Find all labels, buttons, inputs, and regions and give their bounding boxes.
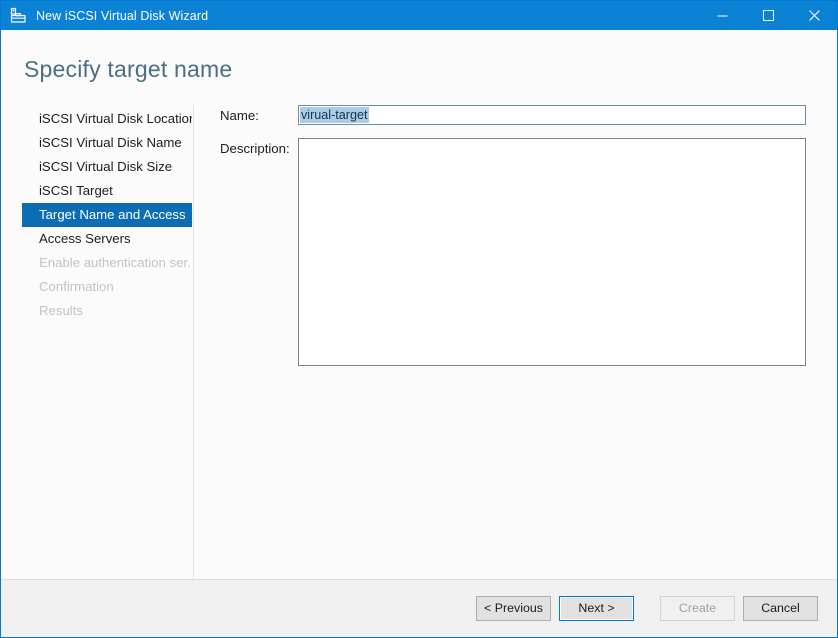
- name-field-row: Name: virual-target: [220, 105, 837, 125]
- name-input-wrap: virual-target: [298, 105, 806, 125]
- previous-button[interactable]: < Previous: [476, 596, 551, 621]
- minimize-icon: [717, 15, 727, 17]
- maximize-button[interactable]: [745, 1, 791, 30]
- minimize-button[interactable]: [699, 1, 745, 30]
- nav-item-iscsi-virtual-disk-location[interactable]: iSCSI Virtual Disk Location: [22, 107, 192, 131]
- next-button[interactable]: Next >: [559, 596, 634, 621]
- close-button[interactable]: [791, 1, 837, 30]
- wizard-body: Specify target name iSCSI Virtual Disk L…: [1, 30, 837, 579]
- wizard-footer: < Previous Next > Create Cancel: [1, 580, 837, 637]
- nav-item-confirmation: Confirmation: [39, 279, 114, 294]
- nav-item-iscsi-virtual-disk-size[interactable]: iSCSI Virtual Disk Size: [22, 155, 192, 179]
- nav-item-target-name-and-access[interactable]: Target Name and Access: [22, 203, 192, 227]
- content-split: iSCSI Virtual Disk Location iSCSI Virtua…: [1, 83, 837, 579]
- page-title: Specify target name: [24, 56, 233, 82]
- nav-item-results: Results: [39, 303, 83, 318]
- wizard-window: New iSCSI Virtual Disk Wizard Specify ta…: [0, 0, 838, 638]
- name-label: Name:: [220, 108, 259, 123]
- nav-item-access-servers[interactable]: Access Servers: [22, 227, 192, 251]
- description-label: Description:: [220, 141, 290, 156]
- create-button: Create: [660, 596, 735, 621]
- description-textarea[interactable]: [298, 138, 806, 366]
- nav-item-iscsi-target[interactable]: iSCSI Target: [22, 179, 192, 203]
- nav-item-iscsi-virtual-disk-name[interactable]: iSCSI Virtual Disk Name: [22, 131, 192, 155]
- field-gap: [220, 125, 837, 133]
- cancel-button[interactable]: Cancel: [743, 596, 818, 621]
- iscsi-disk-icon: [8, 6, 28, 26]
- nav-item-enable-authentication-service: Enable authentication ser...: [39, 255, 192, 270]
- name-input[interactable]: [298, 105, 806, 125]
- title-bar: New iSCSI Virtual Disk Wizard: [1, 1, 837, 30]
- window-title: New iSCSI Virtual Disk Wizard: [36, 8, 209, 23]
- close-icon: [808, 10, 820, 21]
- maximize-icon: [762, 10, 774, 21]
- description-field-row: Description:: [220, 133, 837, 366]
- window-controls: [699, 1, 837, 30]
- wizard-step-nav: iSCSI Virtual Disk Location iSCSI Virtua…: [1, 105, 194, 579]
- target-name-form: Name: virual-target Description:: [194, 105, 837, 579]
